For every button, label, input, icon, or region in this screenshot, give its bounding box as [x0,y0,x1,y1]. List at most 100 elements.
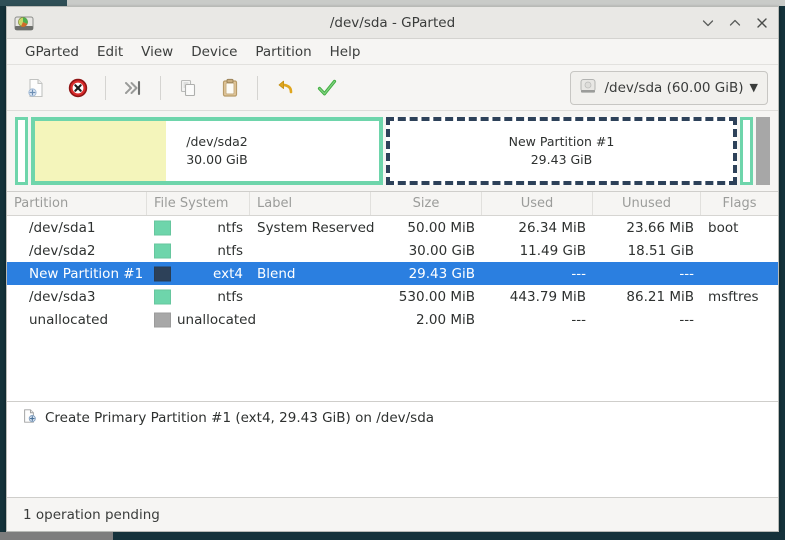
table-body: /dev/sda1 ntfs System Reserved 50.00 MiB… [7,216,778,401]
taskbar-right-region [113,532,785,540]
disk-graphic: /dev/sda2 30.00 GiB New Partition #1 29.… [7,111,778,191]
disk-segment-sda2[interactable]: /dev/sda2 30.00 GiB [31,117,383,185]
desktop-taskbar [0,532,785,540]
cell-filesystem: ntfs [147,289,250,305]
disk-segment-label: New Partition #1 29.43 GiB [509,133,615,169]
taskbar-left-region[interactable] [0,532,113,540]
cell-used: 26.34 MiB [518,219,586,236]
menu-edit[interactable]: Edit [88,42,132,62]
cell-used: --- [571,265,586,282]
hard-drive-icon [578,76,598,100]
toolbar-separator [257,75,258,100]
table-row[interactable]: unallocated unallocated 2.00 MiB --- --- [7,308,778,331]
column-header-flags[interactable]: Flags [701,192,778,215]
status-bar: 1 operation pending [7,497,778,531]
status-text: 1 operation pending [23,506,160,523]
toolbar: /dev/sda (60.00 GiB) ▼ [7,65,778,111]
cell-partition: /dev/sda2 [29,242,96,259]
apply-button[interactable] [306,71,348,105]
cell-filesystem: ntfs [147,243,250,259]
table-row[interactable]: /dev/sda3 ntfs 530.00 MiB 443.79 MiB 86.… [7,285,778,308]
copy-button[interactable] [167,71,209,105]
toolbar-separator [160,75,161,100]
window-title: /dev/sda - GParted [329,14,456,31]
cell-filesystem: ext4 [147,266,250,282]
cell-filesystem-text: ntfs [217,219,243,236]
undo-button[interactable] [264,71,306,105]
cell-flags: boot [708,219,739,236]
cell-unused: 23.66 MiB [626,219,694,236]
column-header-label[interactable]: Label [250,192,371,215]
chevron-down-icon: ▼ [749,81,758,94]
column-header-unused[interactable]: Unused [593,192,701,215]
cell-used: --- [571,311,586,328]
column-header-used[interactable]: Used [482,192,593,215]
new-document-icon [21,408,37,428]
filesystem-color-swatch [154,266,171,281]
toolbar-separator [105,75,106,100]
menu-gparted[interactable]: GParted [16,42,88,62]
cell-filesystem: unallocated [147,312,256,328]
cell-partition: New Partition #1 [29,265,144,282]
disk-segment-name: /dev/sda2 [186,133,248,149]
disk-segment-sda1[interactable] [15,117,28,185]
filesystem-color-swatch [154,289,171,304]
cell-label: Blend [257,265,296,282]
filesystem-color-swatch [154,243,171,258]
cell-used: 11.49 GiB [519,242,586,259]
menu-partition[interactable]: Partition [246,42,320,62]
cell-size: 29.43 GiB [408,265,475,282]
disk-segment-sda3[interactable] [740,117,753,185]
new-partition-button[interactable] [15,71,57,105]
delete-partition-button[interactable] [57,71,99,105]
table-row[interactable]: New Partition #1 ext4 Blend 29.43 GiB --… [7,262,778,285]
disk-segment-new-partition[interactable]: New Partition #1 29.43 GiB [386,117,737,185]
cell-filesystem-text: ntfs [217,288,243,305]
cell-filesystem-text: ext4 [213,265,243,282]
device-selector-label: /dev/sda (60.00 GiB) [604,79,744,96]
cell-partition: /dev/sda1 [29,219,96,236]
title-bar: /dev/sda - GParted [7,7,778,39]
cell-label: System Reserved [257,219,375,236]
menu-view[interactable]: View [132,42,182,62]
device-selector[interactable]: /dev/sda (60.00 GiB) ▼ [570,70,768,105]
cell-unused: 18.51 GiB [627,242,694,259]
gparted-window: /dev/sda - GParted GParted Edit View Dev… [6,6,779,532]
paste-button[interactable] [209,71,251,105]
menu-help[interactable]: Help [321,42,370,62]
cell-size: 530.00 MiB [398,288,475,305]
menu-device[interactable]: Device [182,42,246,62]
minimize-button[interactable] [700,15,716,31]
disk-segment-unallocated[interactable] [756,117,770,185]
pending-operation-item[interactable]: Create Primary Partition #1 (ext4, 29.43… [7,402,778,428]
cell-unused: 86.21 MiB [626,288,694,305]
window-controls [700,15,770,31]
close-button[interactable] [754,15,770,31]
column-header-filesystem[interactable]: File System [147,192,250,215]
cell-size: 2.00 MiB [415,311,475,328]
table-row[interactable]: /dev/sda2 ntfs 30.00 GiB 11.49 GiB 18.51… [7,239,778,262]
disk-segment-size: 29.43 GiB [530,152,593,167]
cell-unused: --- [679,311,694,328]
cell-size: 50.00 MiB [407,219,475,236]
cell-filesystem-text: unallocated [177,311,257,328]
table-row[interactable]: /dev/sda1 ntfs System Reserved 50.00 MiB… [7,216,778,239]
pending-operation-text: Create Primary Partition #1 (ext4, 29.43… [45,410,435,426]
cell-unused: --- [679,265,694,282]
cell-partition: unallocated [29,311,109,328]
column-header-partition[interactable]: Partition [7,192,147,215]
partition-table: Partition File System Label Size Used Un… [7,191,778,401]
column-header-size[interactable]: Size [371,192,482,215]
filesystem-color-swatch [154,312,171,327]
filesystem-color-swatch [154,220,171,235]
menu-bar: GParted Edit View Device Partition Help [7,39,778,65]
cell-size: 30.00 GiB [408,242,475,259]
disk-segment-used-fill [35,121,166,181]
disk-segment-name: New Partition #1 [508,133,615,149]
pending-operations-pane: Create Primary Partition #1 (ext4, 29.43… [7,401,778,497]
resize-move-button[interactable] [112,71,154,105]
cell-filesystem: ntfs [147,220,250,236]
maximize-button[interactable] [727,15,743,31]
disk-segment-label: /dev/sda2 30.00 GiB [186,133,248,169]
cell-partition: /dev/sda3 [29,288,96,305]
